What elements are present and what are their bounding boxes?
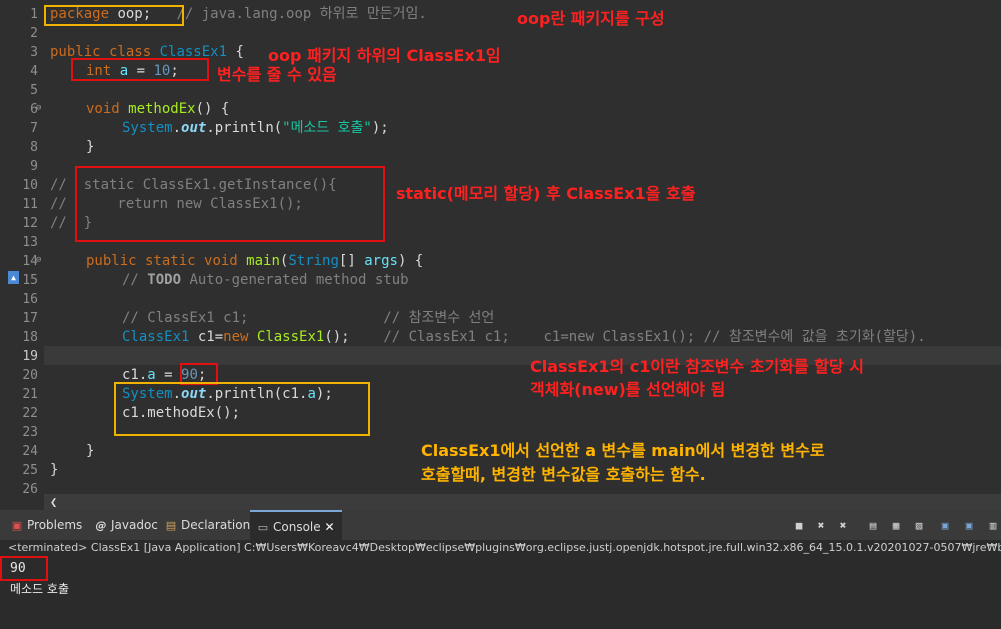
code-line-7: System.out.println("메소드 호출"); (122, 120, 389, 136)
terminate-icon[interactable]: ■ (792, 519, 806, 533)
output-90-highlight-box (0, 556, 48, 581)
tab-label: Console (273, 520, 321, 534)
variable-highlight-box (71, 58, 209, 81)
line-number: 25 (22, 463, 38, 478)
line-number: 3 (30, 45, 38, 60)
line-number: 2 (30, 26, 38, 41)
line-number: 17 (22, 311, 38, 326)
line-number: 6 (30, 102, 38, 117)
line-number: 23 (22, 425, 38, 440)
code-line-25: } (50, 462, 59, 478)
scroll-lock-icon[interactable]: ▦ (889, 519, 903, 533)
line-number: 5 (30, 83, 38, 98)
annotation-static: static(메모리 할당) 후 ClassEx1을 호출 (396, 184, 696, 203)
package-highlight-box (44, 5, 184, 26)
line-number: 21 (22, 387, 38, 402)
tab-label: Problems (27, 518, 83, 532)
javadoc-icon: @ (95, 519, 107, 532)
line-number: 18 (22, 330, 38, 345)
line-number: 24 (22, 444, 38, 459)
scroll-left-icon[interactable]: ❮ (50, 494, 57, 510)
tab-label: Javadoc (111, 518, 158, 532)
line-number: 16 (22, 292, 38, 307)
line-number: 19 (22, 349, 38, 364)
console-output-line: 메소드 호출 (10, 582, 70, 596)
code-line-8: } (86, 139, 95, 155)
code-line-18: ClassEx1 c1=new ClassEx1(); // ClassEx1 … (122, 329, 926, 345)
problems-icon: ▣ (11, 519, 23, 532)
code-line-24: } (86, 443, 95, 459)
line-number: 14 (22, 254, 38, 269)
fold-icon[interactable]: ⊖ (36, 255, 41, 265)
tab-label: Declaration (181, 518, 251, 532)
code-line-17: // ClassEx1 c1; // 참조변수 선언 (122, 310, 495, 326)
tab-console[interactable]: ▭ Console ✕ (250, 510, 342, 540)
line-number: 13 (22, 235, 38, 250)
code-line-6: void methodEx() { (86, 101, 230, 117)
line-number: 20 (22, 368, 38, 383)
pin-console-icon[interactable]: ▣ (938, 519, 952, 533)
static-comment-highlight-box (75, 166, 385, 242)
override-marker-icon: ▲ (8, 271, 19, 284)
tab-problems[interactable]: ▣ Problems (10, 510, 83, 540)
line-number: 1 (30, 7, 38, 22)
word-wrap-icon[interactable]: ▧ (912, 519, 926, 533)
line-number: 4 (30, 64, 38, 79)
line-number: 12 (22, 216, 38, 231)
line-number: 26 (22, 482, 38, 497)
line-number: 22 (22, 406, 38, 421)
code-line-15: // TODO Auto-generated method stub (122, 272, 409, 288)
console-icon: ▭ (257, 521, 269, 534)
annotation-reference-line2: 객체화(new)를 선언해야 됨 (530, 380, 726, 399)
console-terminated-status: <terminated> ClassEx1 [Java Application]… (8, 541, 1001, 554)
line-number: 10 (22, 178, 38, 193)
bottom-panel-tabbar: ▣ Problems @ Javadoc ▤ Declaration ▭ Console… (0, 510, 1001, 541)
annotation-method-line1: ClassEx1에서 선언한 a 변수를 main에서 변경한 변수로 (421, 441, 825, 460)
display-console-icon[interactable]: ▣ (962, 519, 976, 533)
println-highlight-box (114, 382, 370, 436)
code-line-14: public static void main(String[] args) { (86, 253, 424, 269)
annotation-package: oop란 패키지를 구성 (517, 9, 665, 28)
line-number: 8 (30, 140, 38, 155)
line-number: 7 (30, 121, 38, 136)
annotation-reference-line1: ClassEx1의 c1이란 참조변수 초기화를 할당 시 (530, 357, 865, 376)
line-number: 11 (22, 197, 38, 212)
horizontal-scrollbar[interactable]: ❮ (44, 494, 1001, 510)
remove-launch-icon[interactable]: ✖ (814, 519, 828, 533)
remove-all-icon[interactable]: ✖ (836, 519, 850, 533)
tab-javadoc[interactable]: @ Javadoc (94, 510, 158, 540)
declaration-icon: ▤ (165, 519, 177, 532)
annotation-method-line2: 호출할때, 변경한 변수값을 호출하는 함수. (421, 465, 706, 484)
annotation-variable: 변수를 줄 수 있음 (217, 65, 337, 84)
line-number: 9 (30, 159, 38, 174)
fold-icon[interactable]: ⊖ (36, 103, 41, 113)
clear-console-icon[interactable]: ▤ (866, 519, 880, 533)
close-icon[interactable]: ✕ (324, 520, 334, 534)
code-editor[interactable]: 1 2 3 4 5 6 7 8 9 10 11 12 13 14 15 16 1… (0, 0, 1001, 497)
line-number-gutter: 1 2 3 4 5 6 7 8 9 10 11 12 13 14 15 16 1… (0, 0, 44, 497)
open-console-icon[interactable]: ▥ (986, 519, 1000, 533)
tab-declaration[interactable]: ▤ Declaration (164, 510, 250, 540)
